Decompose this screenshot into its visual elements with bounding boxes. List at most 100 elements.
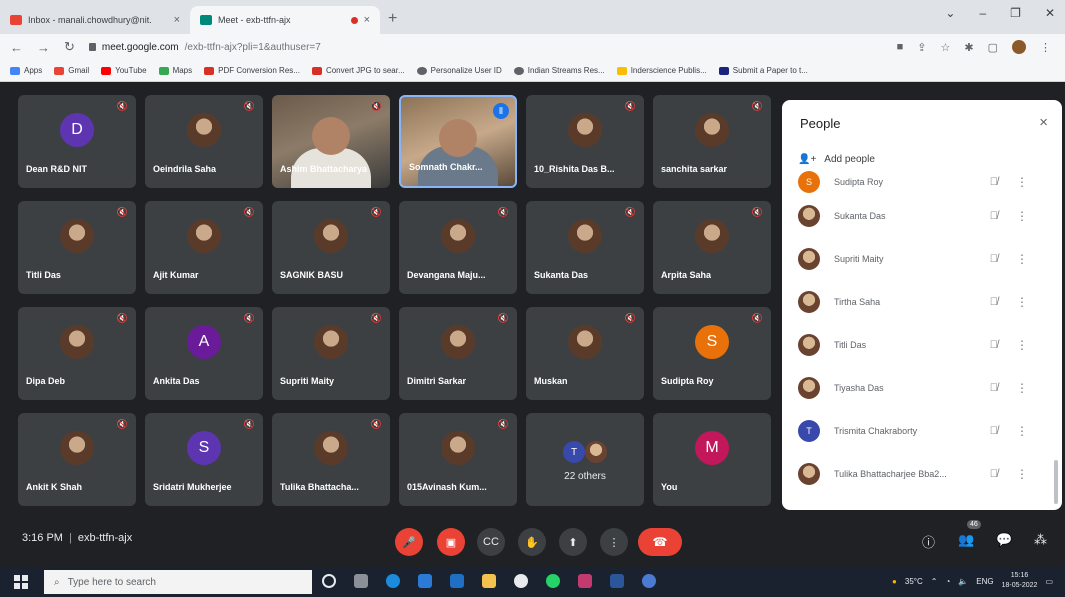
participant-tile[interactable]: Ashim Bhattacharya 🔇	[272, 95, 390, 188]
close-panel-icon[interactable]: ×	[1039, 114, 1048, 131]
scrollbar[interactable]	[1054, 460, 1058, 504]
captions-button[interactable]: CC	[477, 528, 505, 556]
chrome-icon[interactable]	[514, 574, 528, 588]
participant-tile[interactable]: 10_Rishita Das B... 🔇	[526, 95, 644, 188]
participant-tile[interactable]: ⦀ Somnath Chakr...	[399, 95, 517, 188]
bookmark-personalize[interactable]: Personalize User ID	[416, 66, 502, 75]
present-button[interactable]: ⬆	[559, 528, 587, 556]
close-icon[interactable]: ×	[364, 14, 370, 26]
activities-icon[interactable]: ⁂	[1034, 532, 1047, 548]
bookmark-inderscience[interactable]: Inderscience Publis...	[616, 66, 707, 75]
edge-icon[interactable]	[386, 574, 400, 588]
participant-tile[interactable]: Muskan 🔇	[526, 307, 644, 400]
word-icon[interactable]	[610, 574, 624, 588]
tab-meet[interactable]: Meet - exb-ttfn-ajx ×	[190, 6, 380, 34]
participant-tile[interactable]: Supriti Maity 🔇	[272, 307, 390, 400]
participant-tile[interactable]: Sukanta Das 🔇	[526, 201, 644, 294]
profile-avatar[interactable]	[1012, 40, 1026, 54]
participant-tile[interactable]: Ankit K Shah 🔇	[18, 413, 136, 506]
participant-tile[interactable]: S Sudipta Roy 🔇	[653, 307, 771, 400]
volume-icon[interactable]: 🔈	[958, 577, 968, 586]
participant-row[interactable]: T Trismita Chakraborty 🎙̸ ⋮	[782, 409, 1062, 452]
more-options-icon[interactable]: ⋮	[1016, 424, 1028, 438]
new-tab-button[interactable]: +	[388, 10, 397, 28]
forward-icon[interactable]: →	[37, 40, 50, 55]
back-icon[interactable]: ←	[10, 40, 23, 55]
participant-tile[interactable]: Tulika Bhattacha... 🔇	[272, 413, 390, 506]
info-icon[interactable]: ⓘ	[922, 532, 935, 551]
camera-icon[interactable]: ■	[897, 41, 904, 53]
cortana-icon[interactable]	[322, 574, 336, 588]
bookmark-submit-paper[interactable]: Submit a Paper to t...	[718, 66, 808, 75]
participant-row[interactable]: Supriti Maity 🎙̸ ⋮	[782, 237, 1062, 280]
participant-tile[interactable]: S Sridatri Mukherjee 🔇	[145, 413, 263, 506]
mail-icon[interactable]	[450, 574, 464, 588]
more-options-icon[interactable]: ⋮	[1016, 209, 1028, 223]
tab-gmail[interactable]: Inbox - manali.chowdhury@nit. ×	[0, 6, 190, 34]
participant-tile[interactable]: M You	[653, 413, 771, 506]
participant-tile[interactable]: 015Avinash Kum... 🔇	[399, 413, 517, 506]
bookmark-gmail[interactable]: Gmail	[54, 66, 89, 75]
bookmark-indian-streams[interactable]: Indian Streams Res...	[513, 66, 605, 75]
extensions-icon[interactable]: ✱	[964, 41, 973, 54]
participant-row[interactable]: Tirtha Saha 🎙̸ ⋮	[782, 280, 1062, 323]
bookmark-maps[interactable]: Maps	[158, 66, 192, 75]
more-options-icon[interactable]: ⋮	[1016, 252, 1028, 266]
reload-icon[interactable]: ↻	[64, 39, 75, 55]
language-indicator[interactable]: ENG	[976, 577, 993, 586]
participant-tile[interactable]: Dipa Deb 🔇	[18, 307, 136, 400]
bookmark-pdf[interactable]: PDF Conversion Res...	[204, 66, 300, 75]
participant-row[interactable]: Tulika Bhattacharjee Bba2... 🎙̸ ⋮	[782, 452, 1062, 495]
windows-start-icon[interactable]	[14, 575, 28, 589]
network-icon[interactable]: ◔	[945, 577, 950, 586]
chat-icon[interactable]: 💬	[996, 532, 1012, 548]
participant-tile[interactable]: D Dean R&D NIT 🔇	[18, 95, 136, 188]
participant-tile[interactable]: Titli Das 🔇	[18, 201, 136, 294]
participant-tile[interactable]: Arpita Saha 🔇	[653, 201, 771, 294]
maximize-button[interactable]: ❐	[1010, 6, 1021, 20]
participant-tile[interactable]: Oeindrila Saha 🔇	[145, 95, 263, 188]
taskbar-search[interactable]: ⌕ Type here to search	[44, 570, 312, 594]
tab-search-icon[interactable]: ⌄	[945, 6, 955, 20]
star-icon[interactable]: ☆	[941, 41, 951, 54]
more-options-icon[interactable]: ⋮	[1016, 338, 1028, 352]
minimize-button[interactable]: –	[979, 6, 986, 20]
participant-row[interactable]: Titli Das 🎙̸ ⋮	[782, 323, 1062, 366]
raise-hand-button[interactable]: ✋	[518, 528, 546, 556]
more-options-icon[interactable]: ⋮	[1016, 295, 1028, 309]
close-icon[interactable]: ×	[174, 14, 180, 26]
people-icon[interactable]: 👥	[958, 532, 974, 548]
bookmark-youtube[interactable]: YouTube	[101, 66, 147, 75]
share-icon[interactable]: ⇪	[917, 41, 926, 54]
url-field[interactable]: meet.google.com/exb-ttfn-ajx?pli=1&authu…	[88, 42, 321, 53]
notifications-icon[interactable]: ▭	[1045, 577, 1053, 586]
tray-chevron-icon[interactable]: ⌃	[931, 577, 938, 586]
explorer-icon[interactable]	[482, 574, 496, 588]
participant-row[interactable]: Tiyasha Das 🎙̸ ⋮	[782, 366, 1062, 409]
app-icon[interactable]	[642, 574, 656, 588]
participant-tile[interactable]: SAGNIK BASU 🔇	[272, 201, 390, 294]
clock[interactable]: 15:16 18-05-2022	[1002, 571, 1038, 591]
close-window-button[interactable]: ✕	[1045, 6, 1055, 20]
camera-off-button[interactable]: ▣	[437, 528, 465, 556]
more-options-icon[interactable]: ⋮	[1016, 381, 1028, 395]
more-options-button[interactable]: ⋮	[600, 528, 628, 556]
photos-icon[interactable]	[578, 574, 592, 588]
participant-tile[interactable]: Dimitri Sarkar 🔇	[399, 307, 517, 400]
participant-tile[interactable]: Devangana Maju... 🔇	[399, 201, 517, 294]
bookmark-apps[interactable]: Apps	[10, 66, 42, 75]
bookmark-convert[interactable]: Convert JPG to sear...	[311, 66, 405, 75]
add-people-button[interactable]: 👤+ Add people	[798, 154, 875, 165]
participant-row[interactable]: S Sudipta Roy 🎙̸ ⋮	[782, 170, 1062, 194]
store-icon[interactable]	[418, 574, 432, 588]
side-panel-icon[interactable]: ▢	[988, 41, 998, 54]
participant-tile[interactable]: sanchita sarkar 🔇	[653, 95, 771, 188]
mic-off-button[interactable]: 🎤	[395, 528, 423, 556]
participant-row[interactable]: Sukanta Das 🎙̸ ⋮	[782, 194, 1062, 237]
leave-call-button[interactable]: ☎	[638, 528, 682, 556]
participant-tile[interactable]: T 22 others	[526, 413, 644, 506]
menu-icon[interactable]: ⋮	[1040, 41, 1051, 54]
whatsapp-icon[interactable]	[546, 574, 560, 588]
participant-tile[interactable]: A Ankita Das 🔇	[145, 307, 263, 400]
participant-tile[interactable]: Ajit Kumar 🔇	[145, 201, 263, 294]
